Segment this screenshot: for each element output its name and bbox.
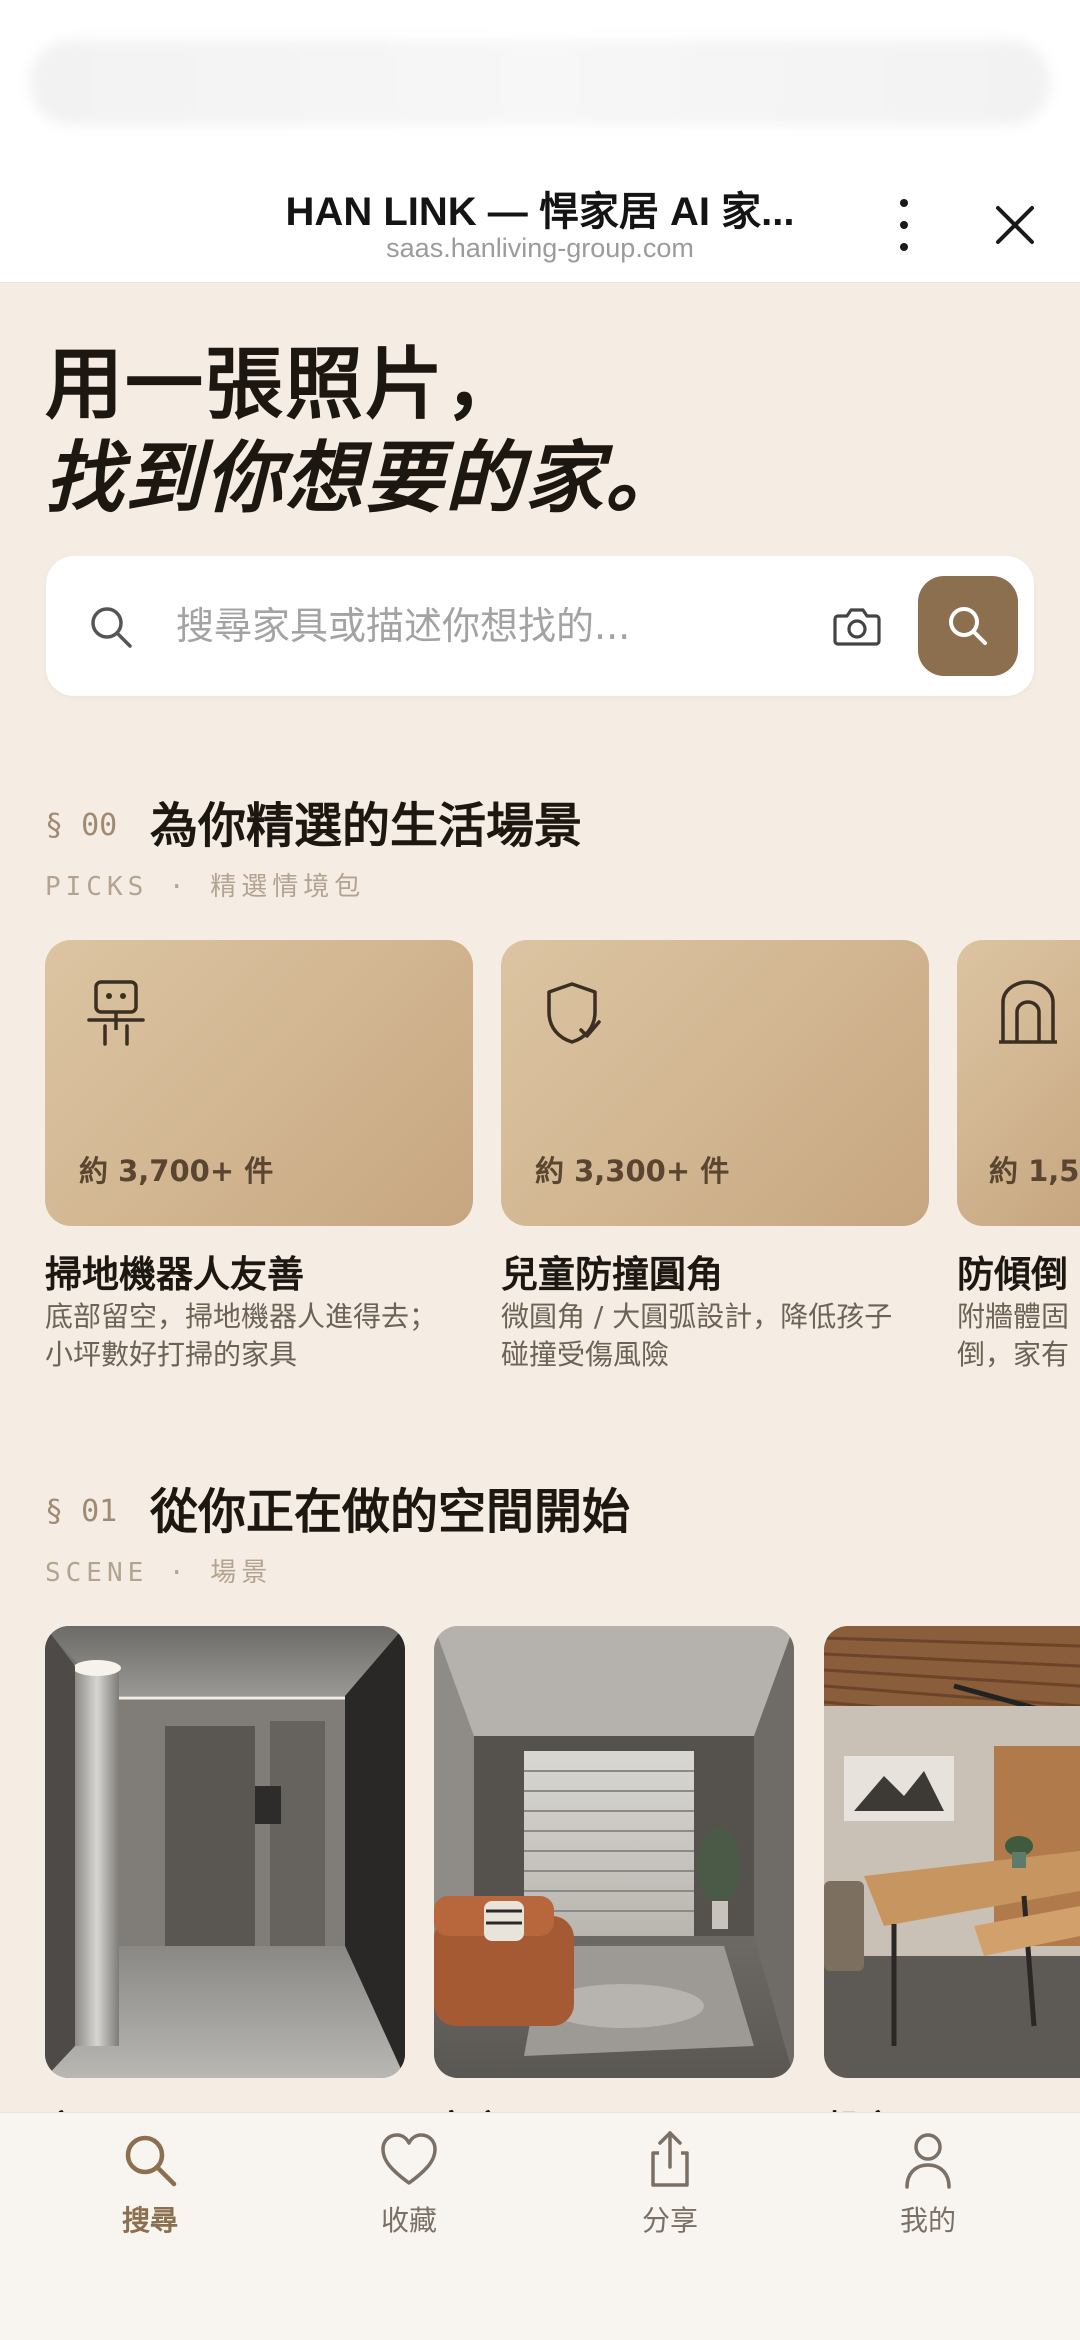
- user-icon: [905, 2133, 951, 2189]
- section-subtitle: PICKS · 精選情境包: [45, 872, 366, 902]
- section-title: 為你精選的生活場景: [150, 798, 583, 854]
- pick-description-line: 倒，家有: [957, 1338, 1070, 1371]
- pick-card-anti-tip[interactable]: 約 1,50: [957, 940, 1080, 1226]
- item-count: 約 1,50: [989, 1154, 1080, 1188]
- search-icon: [125, 2135, 177, 2187]
- search-bar: [46, 556, 1034, 696]
- pick-card-robot-friendly[interactable]: 約 3,700+ 件: [45, 940, 473, 1226]
- pick-title[interactable]: 兒童防撞圓角: [501, 1244, 723, 1298]
- scene-card-entryway[interactable]: [45, 1626, 405, 2078]
- item-count: 約 3,700+ 件: [79, 1154, 274, 1188]
- search-icon: [949, 607, 987, 645]
- nav-label: 收藏: [380, 2204, 437, 2237]
- pick-description-line: 附牆體固: [957, 1300, 1070, 1333]
- search-input[interactable]: [176, 596, 736, 656]
- pick-description-line: 底部留空，掃地機器人進得去；: [45, 1300, 438, 1333]
- section-number: § 00: [45, 808, 118, 843]
- nav-profile[interactable]: 我的: [848, 2129, 1008, 2259]
- dot-icon: [900, 221, 908, 229]
- robot-icon: [87, 980, 145, 1046]
- heart-icon: [381, 2133, 437, 2185]
- bottom-navigation: 搜尋 收藏 分享 我的: [0, 2112, 1080, 2340]
- nav-favorites[interactable]: 收藏: [329, 2129, 489, 2259]
- scene-card-dining[interactable]: [824, 1626, 1080, 2078]
- nav-label: 我的: [899, 2204, 956, 2237]
- item-count: 約 3,300+ 件: [535, 1154, 730, 1188]
- pick-title[interactable]: 防傾倒: [957, 1244, 1080, 1298]
- page-url: saas.hanliving-group.com: [386, 233, 694, 263]
- hero-heading-line2: 找到你想要的家。: [45, 433, 686, 524]
- pick-title[interactable]: 掃地機器人友善: [45, 1244, 304, 1298]
- entryway-photo: [45, 1626, 405, 2078]
- living-room-photo: [434, 1626, 794, 2078]
- more-menu-button[interactable]: [884, 195, 924, 255]
- camera-icon[interactable]: [832, 602, 882, 650]
- browser-toolbar: HAN LINK — 悍家居 AI 家... saas.hanliving-gr…: [0, 165, 1080, 283]
- pick-description: 底部留空，掃地機器人進得去； 小坪數好打掃的家具: [45, 1298, 465, 1374]
- section-subtitle: SCENE · 場景: [45, 1558, 273, 1588]
- pick-card-child-safe[interactable]: 約 3,300+ 件: [501, 940, 929, 1226]
- scene-card-living-room[interactable]: [434, 1626, 794, 2078]
- dot-icon: [900, 243, 908, 251]
- dining-room-photo: [824, 1626, 1080, 2078]
- pick-description: 微圓角 / 大圓弧設計，降低孩子 碰撞受傷風險: [501, 1298, 921, 1374]
- pick-description-line: 碰撞受傷風險: [501, 1338, 670, 1371]
- nav-label: 分享: [641, 2204, 698, 2237]
- share-icon: [651, 2131, 689, 2187]
- shield-check-icon: [547, 982, 601, 1044]
- nav-search[interactable]: 搜尋: [70, 2129, 230, 2259]
- search-button[interactable]: [918, 576, 1018, 676]
- page-title: HAN LINK — 悍家居 AI 家...: [285, 190, 795, 234]
- dot-icon: [900, 199, 908, 207]
- pick-description-line: 小坪數好打掃的家具: [45, 1338, 298, 1371]
- status-bar: [0, 0, 1080, 165]
- close-icon[interactable]: [990, 200, 1040, 250]
- arch-icon: [999, 980, 1057, 1044]
- nav-label: 搜尋: [121, 2204, 178, 2237]
- search-icon: [91, 607, 132, 648]
- section-title: 從你正在做的空間開始: [150, 1484, 631, 1540]
- pick-description-line: 微圓角 / 大圓弧設計，降低孩子: [501, 1300, 893, 1333]
- status-bar-blur: [30, 40, 1050, 125]
- nav-share[interactable]: 分享: [590, 2129, 750, 2259]
- pick-description: 附牆體固 倒，家有: [957, 1298, 1080, 1374]
- section-number: § 01: [45, 1494, 118, 1529]
